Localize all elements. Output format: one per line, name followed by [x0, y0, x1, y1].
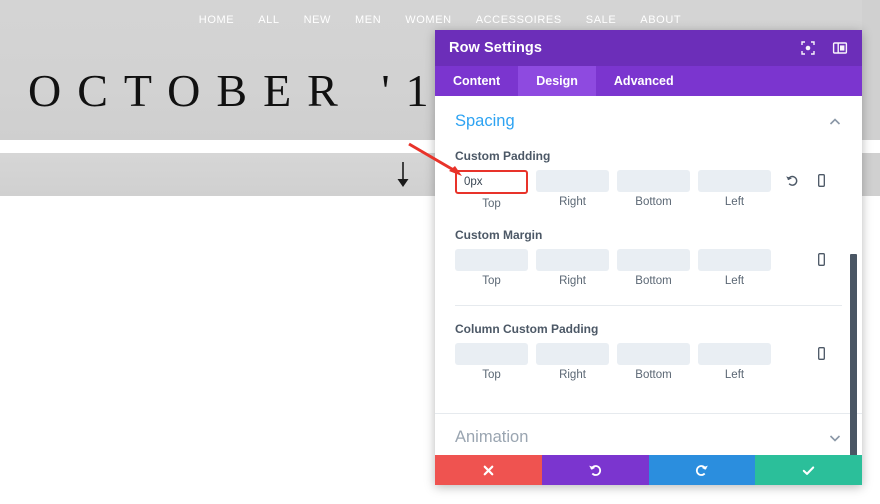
page-gutter-top — [862, 0, 880, 140]
row-settings-modal: Row Settings Content Design Advanced Spa… — [435, 30, 862, 485]
padding-left-caption: Left — [724, 196, 745, 208]
padding-top-wrap: Top — [455, 170, 528, 210]
margin-left-input[interactable] — [698, 249, 771, 271]
col-padding-top-caption: Top — [482, 369, 501, 381]
cancel-button[interactable] — [435, 455, 542, 485]
nav-item-all[interactable]: ALL — [258, 14, 279, 26]
padding-top-caption: Top — [482, 198, 501, 210]
section-header-spacing[interactable]: Spacing — [455, 112, 842, 131]
redo-icon — [696, 464, 709, 476]
nav-item-home[interactable]: HOME — [199, 14, 234, 26]
field-group-custom-padding: Custom Padding Top Right Bottom Left — [455, 149, 842, 210]
padding-bottom-caption: Bottom — [635, 196, 672, 208]
nav-item-sale[interactable]: SALE — [586, 14, 617, 26]
reset-icon[interactable] — [785, 173, 800, 189]
col-padding-left-caption: Left — [724, 369, 745, 381]
checkmark-icon — [802, 465, 815, 475]
margin-bottom-caption: Bottom — [635, 275, 672, 287]
nav-item-men[interactable]: MEN — [355, 14, 381, 26]
margin-top-input[interactable] — [455, 249, 528, 271]
nav-item-new[interactable]: NEW — [304, 14, 331, 26]
tab-content[interactable]: Content — [435, 66, 518, 96]
mobile-device-icon[interactable] — [814, 173, 829, 189]
mobile-device-icon[interactable] — [814, 346, 829, 362]
padding-left-wrap: Left — [698, 170, 771, 208]
layout-panel-icon[interactable] — [832, 40, 848, 56]
col-padding-bottom-caption: Bottom — [635, 369, 672, 381]
label-custom-padding: Custom Padding — [455, 149, 551, 163]
margin-right-caption: Right — [559, 275, 586, 287]
col-padding-right-caption: Right — [559, 369, 586, 381]
modal-title: Row Settings — [449, 40, 543, 56]
tab-design[interactable]: Design — [518, 66, 596, 96]
col-padding-bottom-input[interactable] — [617, 343, 690, 365]
save-button[interactable] — [755, 455, 862, 485]
undo-icon — [588, 464, 601, 476]
label-column-custom-padding: Column Custom Padding — [455, 322, 599, 336]
section-divider — [455, 305, 842, 306]
close-x-icon — [483, 465, 494, 475]
margin-right-input[interactable] — [536, 249, 609, 271]
chevron-down-icon[interactable] — [828, 431, 842, 445]
padding-right-input[interactable] — [536, 170, 609, 192]
chevron-up-icon[interactable] — [828, 115, 842, 129]
padding-left-input[interactable] — [698, 170, 771, 192]
focus-target-icon[interactable] — [800, 40, 816, 56]
modal-footer — [435, 455, 862, 485]
margin-bottom-wrap: Bottom — [617, 249, 690, 287]
modal-scrollbar-track[interactable] — [850, 96, 860, 455]
nav-item-women[interactable]: WOMEN — [405, 14, 451, 26]
field-group-column-custom-padding: Column Custom Padding Top Right Bottom L… — [455, 322, 842, 381]
nav-item-accessoires[interactable]: ACCESSOIRES — [476, 14, 562, 26]
label-custom-margin: Custom Margin — [455, 228, 543, 242]
undo-button[interactable] — [541, 455, 649, 485]
site-nav[interactable]: HOME ALL NEW MEN WOMEN ACCESSOIRES SALE … — [0, 8, 880, 32]
padding-bottom-wrap: Bottom — [617, 170, 690, 208]
modal-scrollbar-thumb[interactable] — [850, 254, 857, 455]
margin-top-caption: Top — [482, 275, 501, 287]
col-padding-left-input[interactable] — [698, 343, 771, 365]
mobile-device-icon[interactable] — [814, 252, 829, 268]
col-padding-right-wrap: Right — [536, 343, 609, 381]
col-padding-bottom-wrap: Bottom — [617, 343, 690, 381]
arrow-down-icon[interactable] — [392, 160, 414, 190]
section-title-animation: Animation — [455, 428, 529, 446]
tab-advanced[interactable]: Advanced — [596, 66, 692, 96]
field-group-custom-margin: Custom Margin Top Right Bottom Left — [455, 228, 842, 287]
margin-left-caption: Left — [724, 275, 745, 287]
col-padding-top-input[interactable] — [455, 343, 528, 365]
modal-body: Spacing Custom Padding Top Right Bottom — [435, 96, 862, 455]
section-title-spacing: Spacing — [455, 112, 515, 130]
margin-right-wrap: Right — [536, 249, 609, 287]
padding-right-wrap: Right — [536, 170, 609, 208]
section-header-animation[interactable]: Animation — [435, 413, 862, 455]
nav-item-about[interactable]: ABOUT — [640, 14, 681, 26]
modal-tabs[interactable]: Content Design Advanced — [435, 66, 862, 96]
margin-left-wrap: Left — [698, 249, 771, 287]
col-padding-top-wrap: Top — [455, 343, 528, 381]
margin-bottom-input[interactable] — [617, 249, 690, 271]
redo-button[interactable] — [648, 455, 756, 485]
col-padding-left-wrap: Left — [698, 343, 771, 381]
col-padding-right-input[interactable] — [536, 343, 609, 365]
padding-bottom-input[interactable] — [617, 170, 690, 192]
padding-top-input[interactable] — [455, 170, 528, 194]
margin-top-wrap: Top — [455, 249, 528, 287]
padding-right-caption: Right — [559, 196, 586, 208]
modal-header: Row Settings — [435, 30, 862, 66]
page-gutter-mid — [862, 153, 880, 196]
